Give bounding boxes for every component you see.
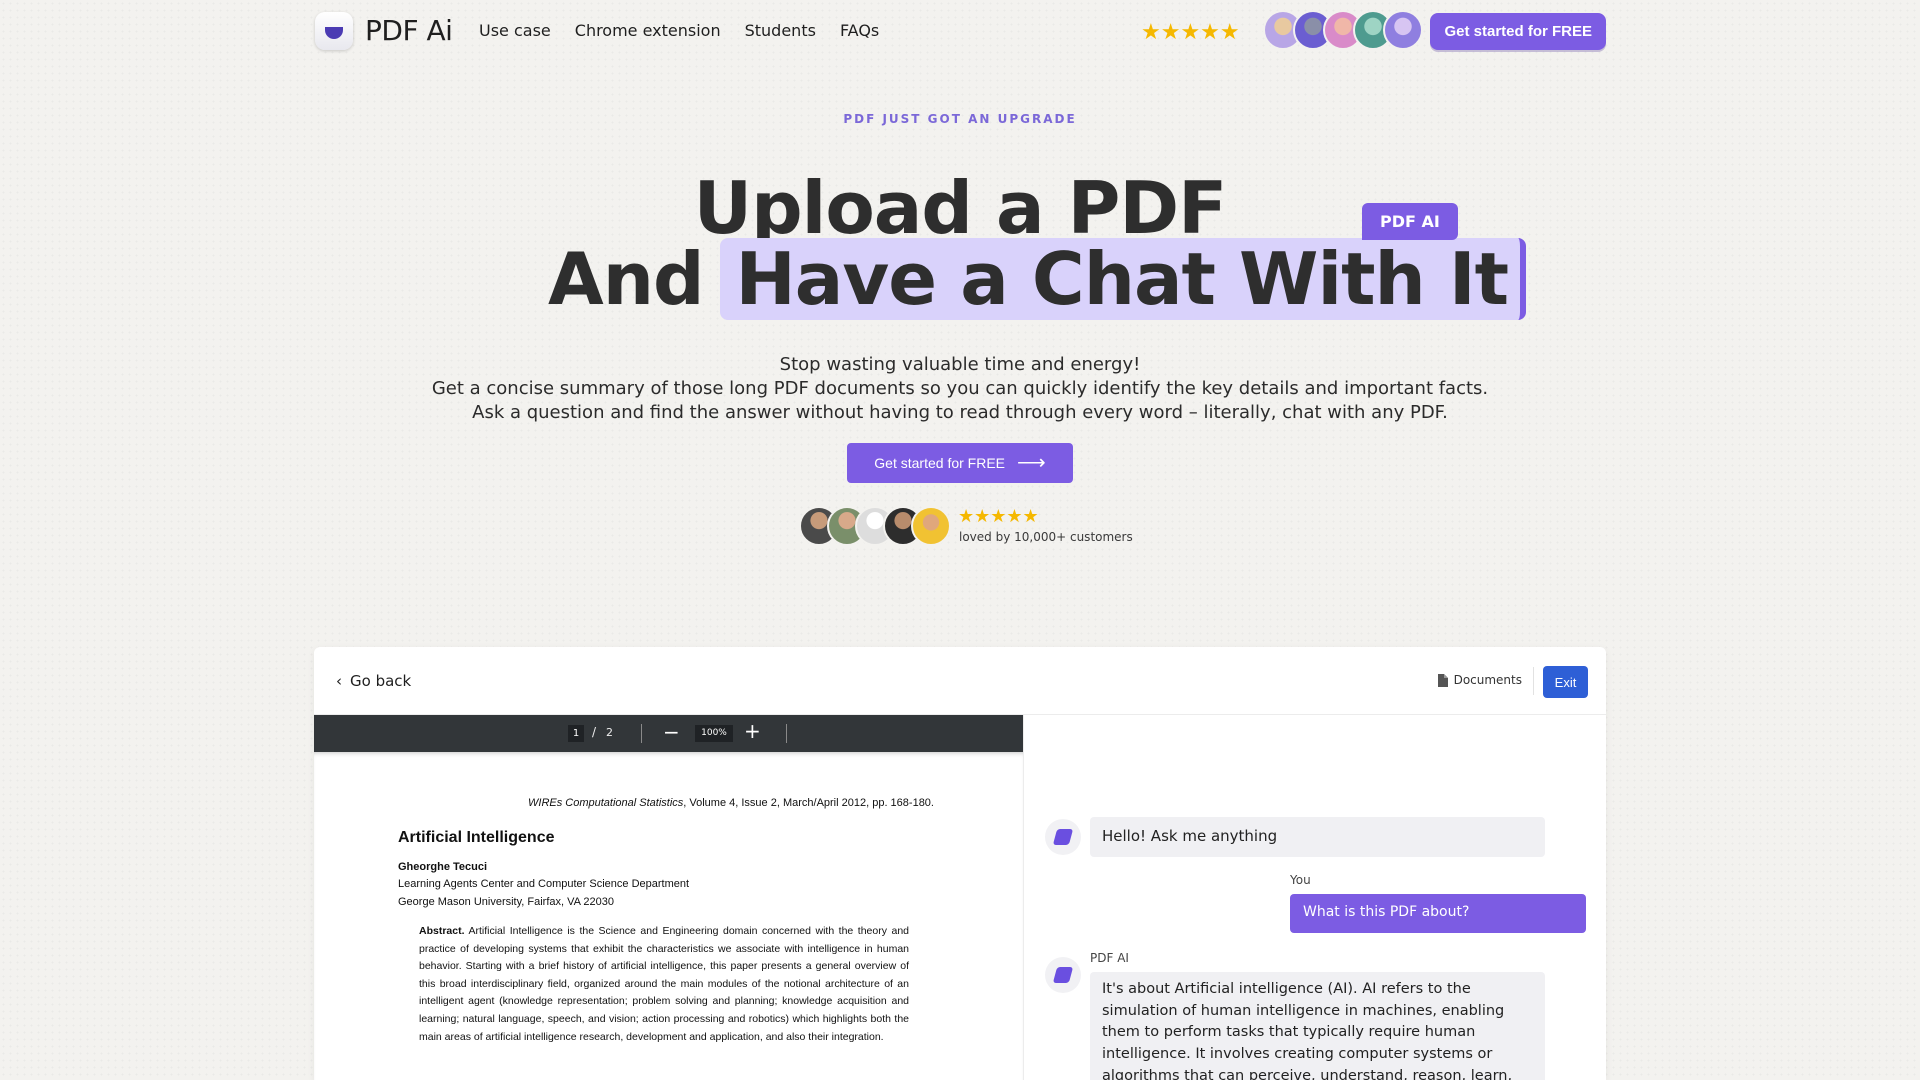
documents-label: Documents: [1453, 673, 1522, 687]
get-started-button[interactable]: Get started for FREE: [1430, 13, 1606, 50]
journal-details: , Volume 4, Issue 2, March/April 2012, p…: [683, 797, 934, 809]
documents-button[interactable]: Documents: [1437, 673, 1522, 687]
abstract-label: Abstract.: [419, 925, 465, 937]
bot-avatar-icon: [1045, 819, 1081, 855]
divider: [1533, 667, 1534, 695]
user-message: What is this PDF about?: [1290, 894, 1586, 933]
bot-label: PDF AI: [1090, 951, 1129, 965]
paper-address: George Mason University, Fairfax, VA 220…: [398, 896, 615, 908]
rating-stars-icon: ★★★★★: [1141, 20, 1240, 45]
rating-stars-icon: ★★★★★: [958, 506, 1039, 527]
logo-text[interactable]: PDF Ai: [365, 14, 453, 47]
paper-title: Artificial Intelligence: [398, 829, 555, 846]
hero-eyebrow: PDF JUST GOT AN UPGRADE: [843, 112, 1077, 126]
nav-link-faqs[interactable]: FAQs: [840, 21, 879, 40]
divider: [641, 724, 642, 743]
bot-avatar-icon: [1045, 957, 1081, 993]
customer-avatars: [799, 506, 951, 546]
page-total: 2: [606, 726, 613, 739]
paper-affiliation: Learning Agents Center and Computer Scie…: [398, 878, 690, 890]
pdf-ai-tag: PDF AI: [1362, 203, 1458, 240]
customer-count: loved by 10,000+ customers: [959, 530, 1133, 544]
hero-title-line2: And Have a Chat With It: [548, 237, 1527, 321]
user-label: You: [1290, 873, 1311, 887]
hero-subtitle-1: Stop wasting valuable time and energy!: [779, 354, 1141, 375]
chat-panel: Hello! Ask me anything You What is this …: [1023, 715, 1606, 1080]
paper-author: Gheorghe Tecuci: [398, 861, 488, 873]
page-separator: /: [592, 725, 597, 739]
nav-links: Use case Chrome extension Students FAQs: [479, 21, 879, 40]
hero-title-plain: And: [548, 237, 705, 321]
arrow-right-icon: ⟶: [1017, 452, 1046, 474]
bot-greeting-message: Hello! Ask me anything: [1090, 817, 1545, 857]
paper-abstract: Abstract. Artificial Intelligence is the…: [419, 923, 909, 1046]
customer-avatars: [1263, 10, 1423, 50]
pdf-page: WIREs Computational Statistics, Volume 4…: [314, 752, 1023, 1080]
hero-get-started-button[interactable]: Get started for FREE ⟶: [847, 443, 1073, 483]
avatar: [1383, 10, 1423, 50]
top-nav: PDF Ai Use case Chrome extension Student…: [315, 10, 1606, 52]
nav-link-chrome-extension[interactable]: Chrome extension: [575, 21, 721, 40]
nav-link-students[interactable]: Students: [745, 21, 816, 40]
hero-cta-label: Get started for FREE: [874, 455, 1006, 471]
avatar: [911, 506, 951, 546]
demo-header: ‹ Go back Documents Exit: [314, 647, 1606, 715]
hero-subtitle-2: Get a concise summary of those long PDF …: [431, 378, 1489, 399]
zoom-in-icon[interactable]: +: [744, 719, 761, 743]
zoom-out-icon[interactable]: −: [663, 720, 680, 744]
journal-citation: WIREs Computational Statistics, Volume 4…: [528, 797, 934, 809]
go-back-label: Go back: [350, 672, 412, 690]
page-number-input[interactable]: 1: [568, 725, 584, 742]
zoom-level[interactable]: 100%: [695, 725, 733, 742]
pdf-toolbar: 1 / 2 − 100% +: [314, 715, 1023, 752]
bot-reply-message: It's about Artificial intelligence (AI).…: [1090, 972, 1545, 1080]
logo-icon[interactable]: [315, 12, 353, 50]
chevron-left-icon: ‹: [336, 672, 342, 690]
journal-name: WIREs Computational Statistics: [528, 797, 684, 809]
hero-title-highlight: Have a Chat With It: [719, 238, 1527, 320]
nav-link-use-case[interactable]: Use case: [479, 21, 551, 40]
exit-button[interactable]: Exit: [1543, 666, 1588, 698]
go-back-button[interactable]: ‹ Go back: [336, 672, 411, 690]
document-icon: [1437, 673, 1448, 687]
hero-subtitle-3: Ask a question and find the answer witho…: [472, 402, 1448, 423]
abstract-text: Artificial Intelligence is the Science a…: [419, 925, 909, 1043]
divider: [786, 724, 787, 743]
pdf-viewer: 1 / 2 − 100% + WIREs Computational Stati…: [314, 715, 1023, 1080]
demo-panel: ‹ Go back Documents Exit 1 / 2 − 100% + …: [314, 647, 1606, 1080]
